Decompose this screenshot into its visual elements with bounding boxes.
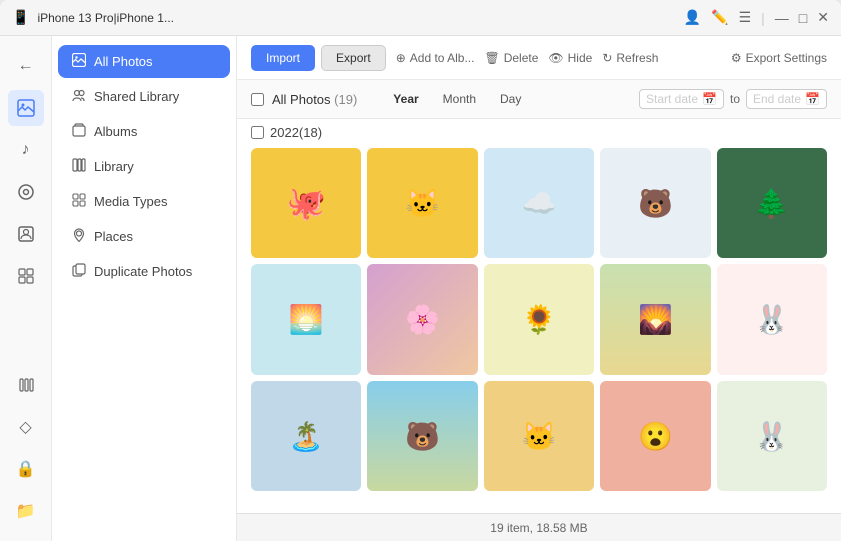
shared-library-icon (72, 88, 86, 105)
end-date-placeholder: End date (753, 92, 801, 106)
to-label: to (730, 92, 740, 106)
year-group-label: 2022(18) (270, 125, 322, 140)
icon-bar: ← ♪ ◇ 🔒 📁 (0, 36, 52, 541)
hide-icon: 👁 (548, 51, 563, 65)
all-photos-icon (72, 53, 86, 70)
photo-thumb[interactable]: 🌲 (717, 148, 827, 258)
icon-bar-photos[interactable] (8, 90, 44, 126)
photos-header: All Photos (19) Year Month Day Start dat… (237, 80, 841, 119)
sidebar-item-duplicate-photos-label: Duplicate Photos (94, 264, 192, 279)
photo-thumb[interactable]: 🐰 (717, 264, 827, 374)
photo-thumb[interactable]: 🐻 (367, 381, 477, 491)
day-tab[interactable]: Day (488, 88, 533, 110)
photos-header-title: All Photos (19) (272, 92, 357, 107)
sidebar: All Photos Shared Library Albums Library (52, 36, 237, 541)
icon-bar-tag[interactable]: ◇ (8, 409, 44, 445)
sidebar-item-all-photos-label: All Photos (94, 54, 153, 69)
photo-grid: 🐙 🐱 ☁️ 🐻 🌲 🌅 (251, 144, 827, 491)
maximize-button[interactable]: □ (799, 10, 807, 26)
import-button[interactable]: Import (251, 45, 315, 71)
status-bar: 19 item, 18.58 MB (237, 513, 841, 541)
hide-action[interactable]: 👁 Hide (548, 51, 592, 65)
start-date-placeholder: Start date (646, 92, 698, 106)
photo-thumb[interactable]: 🌸 (367, 264, 477, 374)
duplicate-photos-icon (72, 263, 86, 280)
icon-bar-video[interactable] (8, 174, 44, 210)
status-text: 19 item, 18.58 MB (490, 521, 587, 535)
icon-bar-contact[interactable] (8, 216, 44, 252)
icon-bar-back[interactable]: ← (8, 48, 44, 84)
phone-icon: 📱 (12, 9, 29, 26)
media-types-icon (72, 193, 86, 210)
separator: | (761, 10, 765, 26)
user-icon[interactable]: 👤 (684, 9, 701, 26)
refresh-action[interactable]: ↻ Refresh (602, 51, 658, 65)
photo-thumb[interactable]: 🏝️ (251, 381, 361, 491)
icon-bar-music[interactable]: ♪ (8, 132, 44, 168)
photo-thumb[interactable]: 😮 (600, 381, 710, 491)
photo-thumb[interactable]: 🌅 (251, 264, 361, 374)
photo-thumb[interactable]: ☁️ (484, 148, 594, 258)
edit-icon[interactable]: ✏️ (711, 9, 728, 26)
sidebar-item-library[interactable]: Library (58, 150, 230, 183)
export-button[interactable]: Export (321, 45, 386, 71)
sidebar-item-albums-label: Albums (94, 124, 137, 139)
photo-thumb[interactable]: 🐱 (367, 148, 477, 258)
sidebar-item-places-label: Places (94, 229, 133, 244)
sidebar-item-albums[interactable]: Albums (58, 115, 230, 148)
add-to-album-action[interactable]: ⊕ Add to Alb... (396, 51, 475, 65)
select-all-checkbox[interactable] (251, 93, 264, 106)
content-area: Import Export ⊕ Add to Alb... 🗑 Delete 👁… (237, 36, 841, 541)
calendar-icon-end: 📅 (805, 92, 820, 106)
sidebar-item-media-types[interactable]: Media Types (58, 185, 230, 218)
icon-bar-lock[interactable]: 🔒 (8, 451, 44, 487)
title-bar: 📱 iPhone 13 Pro|iPhone 1... 👤 ✏️ ☰ | — □… (0, 0, 841, 36)
sidebar-item-duplicate-photos[interactable]: Duplicate Photos (58, 255, 230, 288)
toolbar: Import Export ⊕ Add to Alb... 🗑 Delete 👁… (237, 36, 841, 80)
export-settings-button[interactable]: ⚙ Export Settings (731, 51, 827, 65)
title-bar-controls: 👤 ✏️ ☰ | — □ ✕ (684, 9, 829, 26)
icon-bar-library[interactable] (8, 367, 44, 403)
end-date-input[interactable]: End date 📅 (746, 89, 827, 109)
photo-thumb[interactable]: 🐙 (251, 148, 361, 258)
close-button[interactable]: ✕ (817, 9, 829, 26)
date-filter: Year Month Day (381, 88, 533, 110)
photo-thumb[interactable]: 🌻 (484, 264, 594, 374)
sidebar-item-places[interactable]: Places (58, 220, 230, 253)
photo-grid-wrapper[interactable]: 🐙 🐱 ☁️ 🐻 🌲 🌅 (237, 144, 841, 513)
icon-bar-folder[interactable]: 📁 (8, 493, 44, 529)
albums-icon (72, 123, 86, 140)
sidebar-item-media-types-label: Media Types (94, 194, 167, 209)
export-settings-icon: ⚙ (731, 51, 742, 65)
date-range: Start date 📅 to End date 📅 (639, 89, 827, 109)
month-tab[interactable]: Month (431, 88, 488, 110)
icon-bar-apps[interactable] (8, 258, 44, 294)
sidebar-item-shared-library-label: Shared Library (94, 89, 179, 104)
photo-thumb[interactable]: 🐱 (484, 381, 594, 491)
delete-action[interactable]: 🗑 Delete (484, 51, 538, 65)
delete-icon: 🗑 (484, 51, 499, 65)
title-bar-title: iPhone 13 Pro|iPhone 1... (37, 11, 675, 25)
sidebar-item-all-photos[interactable]: All Photos (58, 45, 230, 78)
year-tab[interactable]: Year (381, 88, 430, 110)
menu-icon[interactable]: ☰ (739, 9, 752, 26)
main-layout: ← ♪ ◇ 🔒 📁 (0, 36, 841, 541)
calendar-icon-start: 📅 (702, 92, 717, 106)
sidebar-item-library-label: Library (94, 159, 134, 174)
start-date-input[interactable]: Start date 📅 (639, 89, 724, 109)
app-window: 📱 iPhone 13 Pro|iPhone 1... 👤 ✏️ ☰ | — □… (0, 0, 841, 541)
library-icon (72, 158, 86, 175)
refresh-icon: ↻ (602, 51, 612, 65)
year-group-checkbox[interactable] (251, 126, 264, 139)
add-icon: ⊕ (396, 51, 406, 65)
minimize-button[interactable]: — (775, 10, 789, 26)
photo-thumb[interactable]: 🐻 (600, 148, 710, 258)
photo-thumb[interactable]: 🌄 (600, 264, 710, 374)
year-group: 2022(18) (237, 119, 841, 144)
photo-thumb[interactable]: 🐰 (717, 381, 827, 491)
places-icon (72, 228, 86, 245)
sidebar-item-shared-library[interactable]: Shared Library (58, 80, 230, 113)
